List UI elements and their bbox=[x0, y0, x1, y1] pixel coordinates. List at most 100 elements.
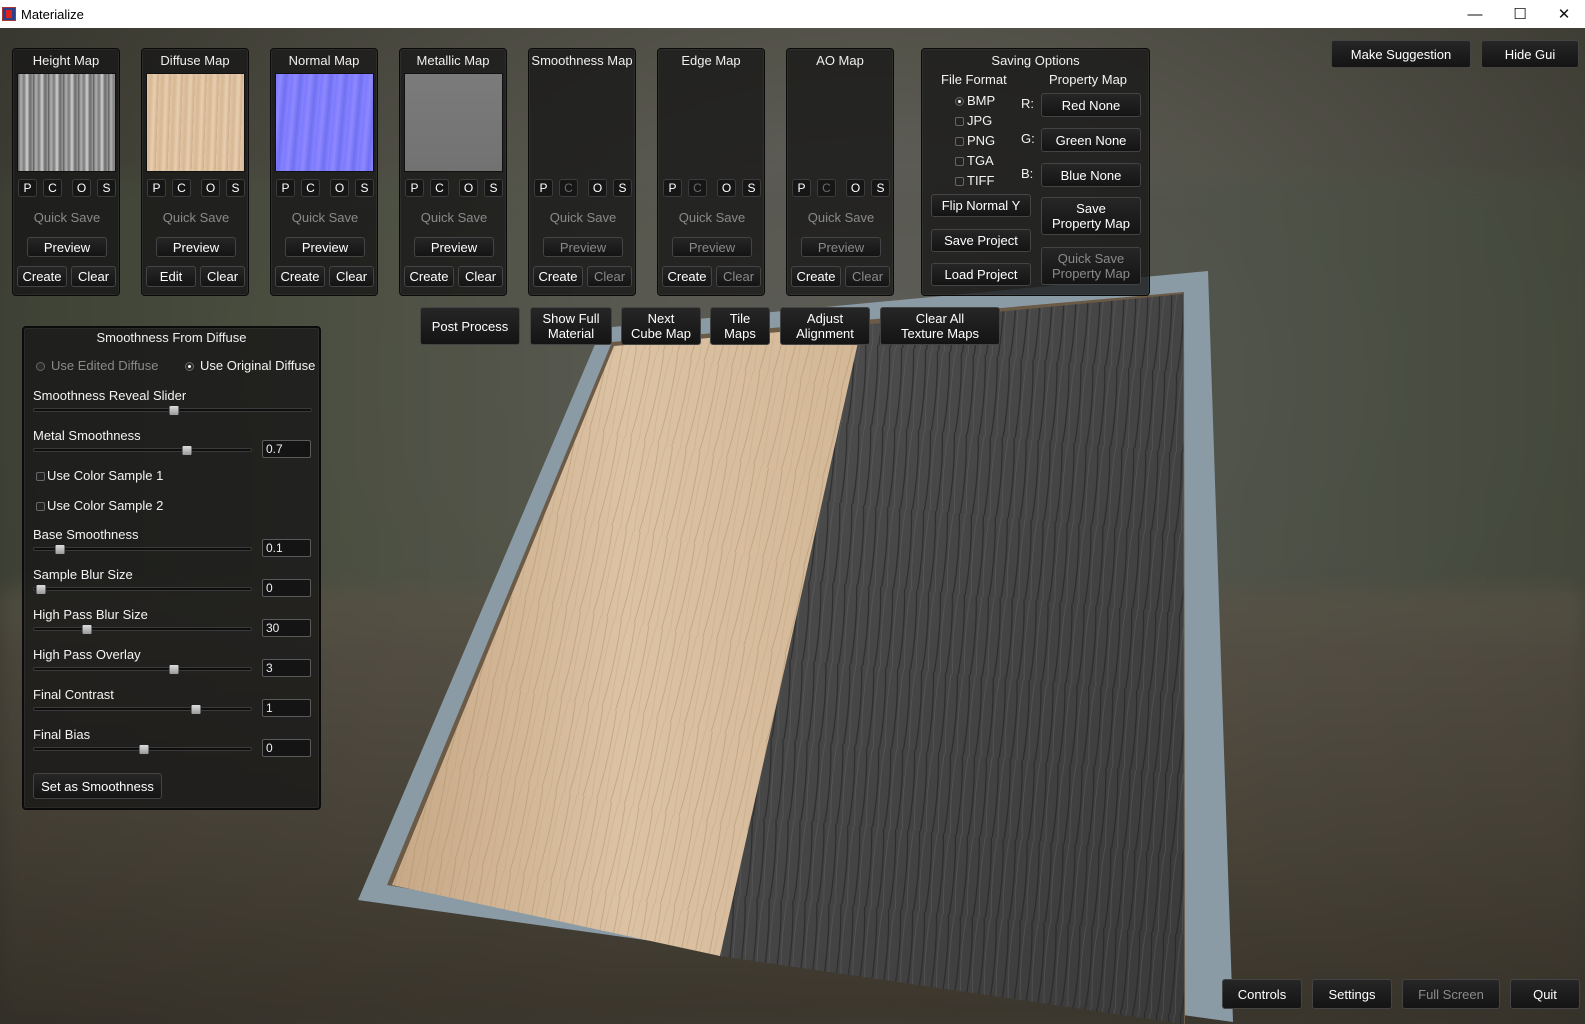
map-o-button[interactable]: O bbox=[201, 179, 220, 197]
final-bias-slider[interactable] bbox=[33, 744, 252, 755]
slider-thumb[interactable] bbox=[190, 704, 202, 715]
clear-button[interactable]: Clear bbox=[329, 266, 374, 287]
next-cube-map-button[interactable]: Next Cube Map bbox=[621, 307, 701, 345]
map-s-button[interactable]: S bbox=[742, 179, 761, 197]
map-o-button[interactable]: O bbox=[588, 179, 607, 197]
preview-button[interactable]: Preview bbox=[27, 237, 107, 257]
map-c-button[interactable]: C bbox=[43, 179, 62, 197]
clear-button[interactable]: Clear bbox=[845, 266, 890, 287]
quick-save-property-map-button[interactable]: Quick Save Property Map bbox=[1041, 247, 1141, 285]
map-c-button[interactable]: C bbox=[301, 179, 320, 197]
load-project-button[interactable]: Load Project bbox=[931, 263, 1031, 286]
slider-thumb[interactable] bbox=[168, 664, 180, 675]
clear-all-texture-maps-button[interactable]: Clear All Texture Maps bbox=[880, 307, 1000, 345]
preview-button[interactable]: Preview bbox=[801, 237, 881, 257]
high-pass-overlay-slider[interactable] bbox=[33, 664, 252, 675]
maximize-icon[interactable]: ☐ bbox=[1498, 0, 1542, 28]
metal-smoothness-slider[interactable] bbox=[33, 445, 252, 456]
format-tiff-radio[interactable] bbox=[955, 177, 964, 186]
map-p-button[interactable]: P bbox=[405, 179, 424, 197]
full-screen-button[interactable]: Full Screen bbox=[1402, 979, 1500, 1009]
map-thumbnail[interactable] bbox=[275, 73, 374, 172]
map-s-button[interactable]: S bbox=[97, 179, 116, 197]
map-o-button[interactable]: O bbox=[717, 179, 736, 197]
slider-thumb[interactable] bbox=[81, 624, 93, 635]
format-bmp-radio[interactable] bbox=[955, 97, 964, 106]
create-button[interactable]: Create bbox=[17, 266, 67, 287]
slider-thumb[interactable] bbox=[54, 544, 66, 555]
3d-viewport[interactable]: Height Map P C O S Quick Save Preview Create Cle… bbox=[0, 28, 1585, 1024]
map-o-button[interactable]: O bbox=[846, 179, 865, 197]
map-p-button[interactable]: P bbox=[534, 179, 553, 197]
preview-button[interactable]: Preview bbox=[543, 237, 623, 257]
settings-button[interactable]: Settings bbox=[1312, 979, 1392, 1009]
minimize-icon[interactable]: — bbox=[1453, 0, 1497, 28]
sample-blur-size-field[interactable]: 0 bbox=[262, 579, 311, 597]
use-edited-diffuse-radio[interactable] bbox=[36, 362, 45, 371]
close-icon[interactable]: ✕ bbox=[1542, 0, 1585, 28]
flip-normal-y-button[interactable]: Flip Normal Y bbox=[931, 194, 1031, 217]
create-button[interactable]: Create bbox=[791, 266, 841, 287]
map-c-button[interactable]: C bbox=[172, 179, 191, 197]
post-process-button[interactable]: Post Process bbox=[420, 307, 520, 345]
channel-select-button[interactable]: Red None bbox=[1041, 93, 1141, 117]
map-s-button[interactable]: S bbox=[484, 179, 503, 197]
preview-button[interactable]: Preview bbox=[156, 237, 236, 257]
tile-maps-button[interactable]: Tile Maps bbox=[710, 307, 770, 345]
clear-button[interactable]: Clear bbox=[458, 266, 503, 287]
base-smoothness-field[interactable]: 0.1 bbox=[262, 539, 311, 557]
preview-button[interactable]: Preview bbox=[285, 237, 365, 257]
final-contrast-slider[interactable] bbox=[33, 704, 252, 715]
map-p-button[interactable]: P bbox=[276, 179, 295, 197]
create-button[interactable]: Create bbox=[275, 266, 325, 287]
preview-button[interactable]: Preview bbox=[414, 237, 494, 257]
quick-save-button[interactable]: Quick Save bbox=[412, 206, 496, 228]
set-as-smoothness-button[interactable]: Set as Smoothness bbox=[33, 773, 162, 799]
final-contrast-field[interactable]: 1 bbox=[262, 699, 311, 717]
map-p-button[interactable]: P bbox=[18, 179, 37, 197]
high-pass-blur-size-field[interactable]: 30 bbox=[262, 619, 311, 637]
create-button[interactable]: Create bbox=[404, 266, 454, 287]
slider-thumb[interactable] bbox=[181, 445, 193, 456]
channel-select-button[interactable]: Green None bbox=[1041, 128, 1141, 152]
edit-button[interactable]: Edit bbox=[146, 266, 196, 287]
adjust-alignment-button[interactable]: Adjust Alignment bbox=[780, 307, 870, 345]
map-c-button[interactable]: C bbox=[430, 179, 449, 197]
slider-thumb[interactable] bbox=[168, 405, 179, 416]
map-s-button[interactable]: S bbox=[871, 179, 890, 197]
map-p-button[interactable]: P bbox=[147, 179, 166, 197]
map-s-button[interactable]: S bbox=[226, 179, 245, 197]
map-thumbnail[interactable] bbox=[404, 73, 503, 172]
use-color-sample-2-checkbox[interactable] bbox=[36, 502, 45, 511]
sample-blur-size-slider[interactable] bbox=[33, 584, 252, 595]
format-png-radio[interactable] bbox=[955, 137, 964, 146]
make-suggestion-button[interactable]: Make Suggestion bbox=[1331, 40, 1471, 68]
smoothness-reveal-slider[interactable] bbox=[33, 405, 312, 416]
map-c-button[interactable]: C bbox=[688, 179, 707, 197]
map-s-button[interactable]: S bbox=[355, 179, 374, 197]
quick-save-button[interactable]: Quick Save bbox=[670, 206, 754, 228]
create-button[interactable]: Create bbox=[533, 266, 583, 287]
map-c-button[interactable]: C bbox=[559, 179, 578, 197]
map-thumbnail[interactable] bbox=[17, 73, 116, 172]
slider-thumb[interactable] bbox=[138, 744, 149, 755]
create-button[interactable]: Create bbox=[662, 266, 712, 287]
map-o-button[interactable]: O bbox=[330, 179, 349, 197]
map-o-button[interactable]: O bbox=[459, 179, 478, 197]
clear-button[interactable]: Clear bbox=[200, 266, 245, 287]
clear-button[interactable]: Clear bbox=[716, 266, 761, 287]
quick-save-button[interactable]: Quick Save bbox=[283, 206, 367, 228]
map-p-button[interactable]: P bbox=[663, 179, 682, 197]
final-bias-field[interactable]: 0 bbox=[262, 739, 311, 757]
map-p-button[interactable]: P bbox=[792, 179, 811, 197]
save-property-map-button[interactable]: Save Property Map bbox=[1041, 197, 1141, 235]
format-tga-radio[interactable] bbox=[955, 157, 964, 166]
quit-button[interactable]: Quit bbox=[1510, 979, 1580, 1009]
use-color-sample-1-checkbox[interactable] bbox=[36, 472, 45, 481]
quick-save-button[interactable]: Quick Save bbox=[25, 206, 109, 228]
format-jpg-radio[interactable] bbox=[955, 117, 964, 126]
map-thumbnail[interactable] bbox=[146, 73, 245, 172]
map-s-button[interactable]: S bbox=[613, 179, 632, 197]
save-project-button[interactable]: Save Project bbox=[931, 229, 1031, 252]
clear-button[interactable]: Clear bbox=[587, 266, 632, 287]
